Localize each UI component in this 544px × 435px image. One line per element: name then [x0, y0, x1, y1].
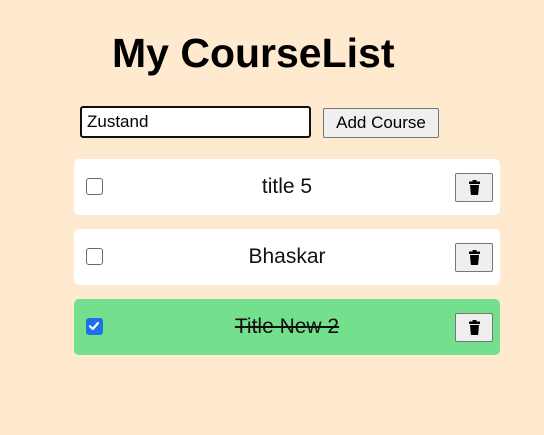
course-input[interactable]	[80, 106, 311, 138]
course-title: title 5	[261, 175, 313, 198]
trash-icon	[469, 320, 480, 335]
course-title: Title New 2	[234, 315, 340, 338]
course-checkbox[interactable]	[86, 178, 103, 195]
add-course-button[interactable]: Add Course	[323, 108, 439, 138]
course-title: Bhaskar	[248, 245, 326, 268]
course-item: Bhaskar	[74, 229, 500, 285]
checkmark-icon	[88, 321, 100, 331]
course-list: title 5 Bhaskar Title New 2	[74, 159, 500, 369]
page-title: My CourseList	[112, 30, 395, 76]
course-checkbox-checked[interactable]	[86, 318, 103, 335]
delete-course-button[interactable]	[455, 313, 493, 342]
delete-course-button[interactable]	[455, 243, 493, 272]
course-checkbox[interactable]	[86, 248, 103, 265]
delete-course-button[interactable]	[455, 173, 493, 202]
trash-icon	[469, 250, 480, 265]
course-item: title 5	[74, 159, 500, 215]
trash-icon	[469, 180, 480, 195]
course-item-completed: Title New 2	[74, 299, 500, 355]
